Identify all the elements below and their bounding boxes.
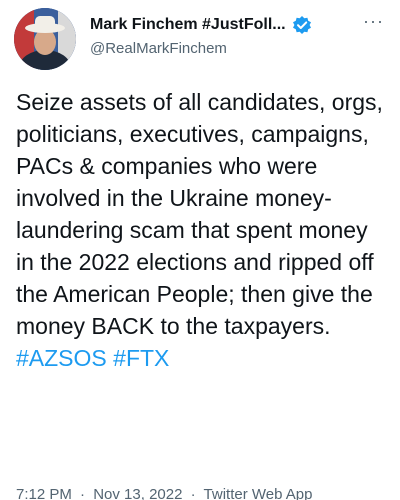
tweet-text: Seize assets of all candidates, orgs, po… (16, 86, 388, 374)
verified-badge-icon (292, 15, 312, 35)
tweet-date[interactable]: Nov 13, 2022 (93, 486, 182, 500)
more-dots-icon[interactable]: ··· (363, 12, 384, 30)
tweet-meta: 7:12 PM · Nov 13, 2022 · Twitter Web App (16, 486, 316, 500)
avatar[interactable] (14, 8, 76, 70)
meta-separator-1: · (80, 486, 86, 500)
hashtag-ftx[interactable]: #FTX (113, 345, 169, 371)
tweet-time[interactable]: 7:12 PM (16, 486, 72, 500)
tweet-body: Seize assets of all candidates, orgs, po… (16, 89, 383, 339)
author-name-row: Mark Finchem #JustFoll... (90, 12, 390, 38)
author-display-name[interactable]: Mark Finchem #JustFoll... (90, 16, 286, 34)
hashtag-azsos[interactable]: #AZSOS (16, 345, 107, 371)
author-handle[interactable]: @RealMarkFinchem (90, 40, 227, 57)
meta-separator-2: · (190, 486, 196, 500)
avatar-image (14, 8, 76, 70)
tweet-source[interactable]: Twitter Web App (204, 486, 313, 500)
